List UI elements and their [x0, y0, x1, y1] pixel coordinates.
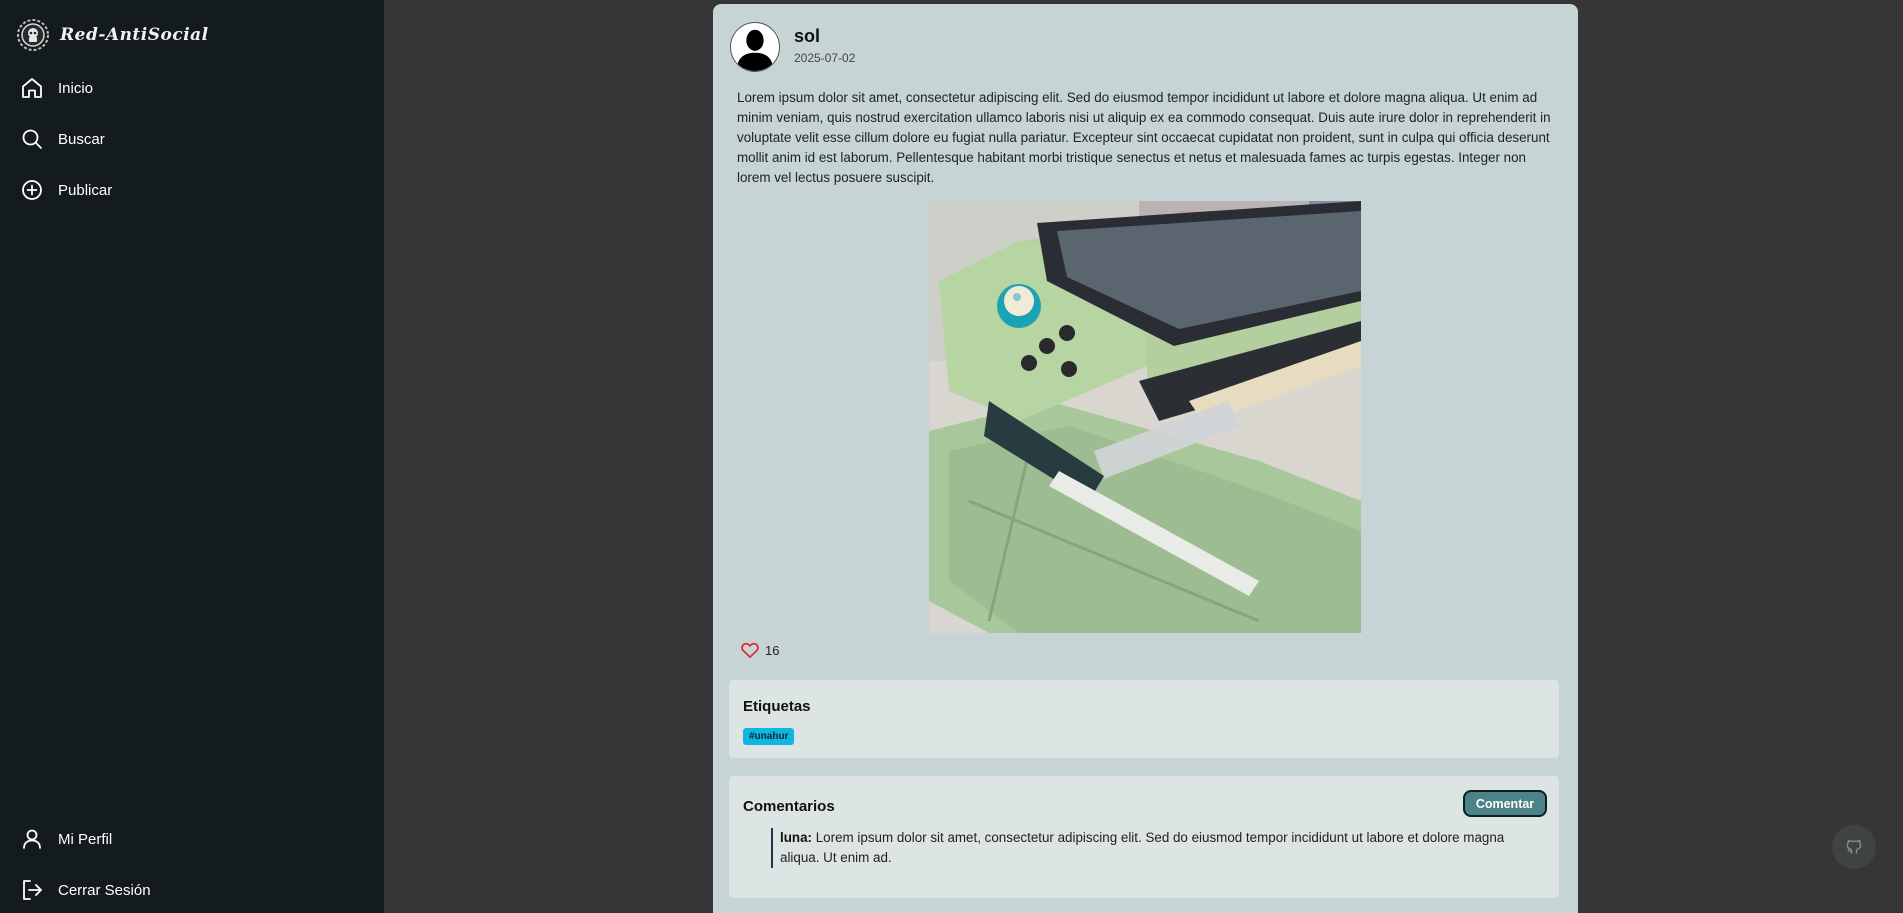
likes: 16	[740, 640, 779, 660]
likes-count: 16	[765, 642, 780, 658]
post-text: Lorem ipsum dolor sit amet, consectetur …	[737, 90, 1551, 185]
nav-item-label: Cerrar Sesión	[58, 881, 151, 899]
tags-title: Etiquetas	[743, 698, 811, 715]
nav-item-buscar[interactable]: Buscar	[20, 124, 105, 154]
nav-item-label: Mi Perfil	[58, 830, 113, 848]
nav-item-cerrar-sesion[interactable]: Cerrar Sesión	[20, 875, 151, 905]
tag-badge[interactable]: #unahur	[743, 728, 795, 745]
user-icon	[23, 829, 41, 849]
brand[interactable]: Red-AntiSocial	[16, 17, 209, 53]
brand-logo-icon	[17, 19, 49, 51]
comment-item: luna: Lorem ipsum dolor sit amet, consec…	[771, 828, 1546, 868]
post-author[interactable]: sol	[794, 26, 820, 47]
comment-author[interactable]: luna:	[780, 830, 812, 845]
home-icon	[22, 78, 42, 98]
user-silhouette-icon	[736, 29, 774, 71]
post-card: sol 2025-07-02 Lorem ipsum dolor sit ame…	[713, 4, 1578, 913]
nav-item-mi-perfil[interactable]: Mi Perfil	[20, 824, 112, 854]
github-icon	[1846, 839, 1862, 854]
nav-item-inicio[interactable]: Inicio	[20, 73, 93, 103]
nav-item-publicar[interactable]: Publicar	[20, 175, 112, 205]
logout-icon	[23, 880, 42, 900]
comment-text: Lorem ipsum dolor sit amet, consectetur …	[780, 830, 1505, 865]
post-date: 2025-07-02	[794, 51, 856, 65]
avatar[interactable]	[730, 22, 780, 72]
game-console-photo	[929, 201, 1361, 633]
plus-circle-icon	[22, 180, 42, 200]
search-icon	[22, 129, 42, 149]
github-fab[interactable]	[1832, 825, 1876, 869]
nav-item-label: Publicar	[58, 181, 113, 199]
comments-title: Comentarios	[743, 798, 835, 815]
sidebar: Red-AntiSocial Inicio Buscar Publicar Mi…	[0, 0, 384, 913]
post-image[interactable]	[929, 201, 1361, 633]
comment-button[interactable]: Comentar	[1463, 790, 1547, 817]
tags-panel: Etiquetas #unahur	[729, 680, 1559, 758]
brand-name: Red-AntiSocial	[60, 25, 209, 45]
comments-panel: Comentarios Comentar luna: Lorem ipsum d…	[729, 776, 1559, 898]
heart-icon[interactable]	[740, 640, 760, 660]
nav-item-label: Buscar	[58, 130, 105, 148]
nav-item-label: Inicio	[58, 79, 94, 97]
